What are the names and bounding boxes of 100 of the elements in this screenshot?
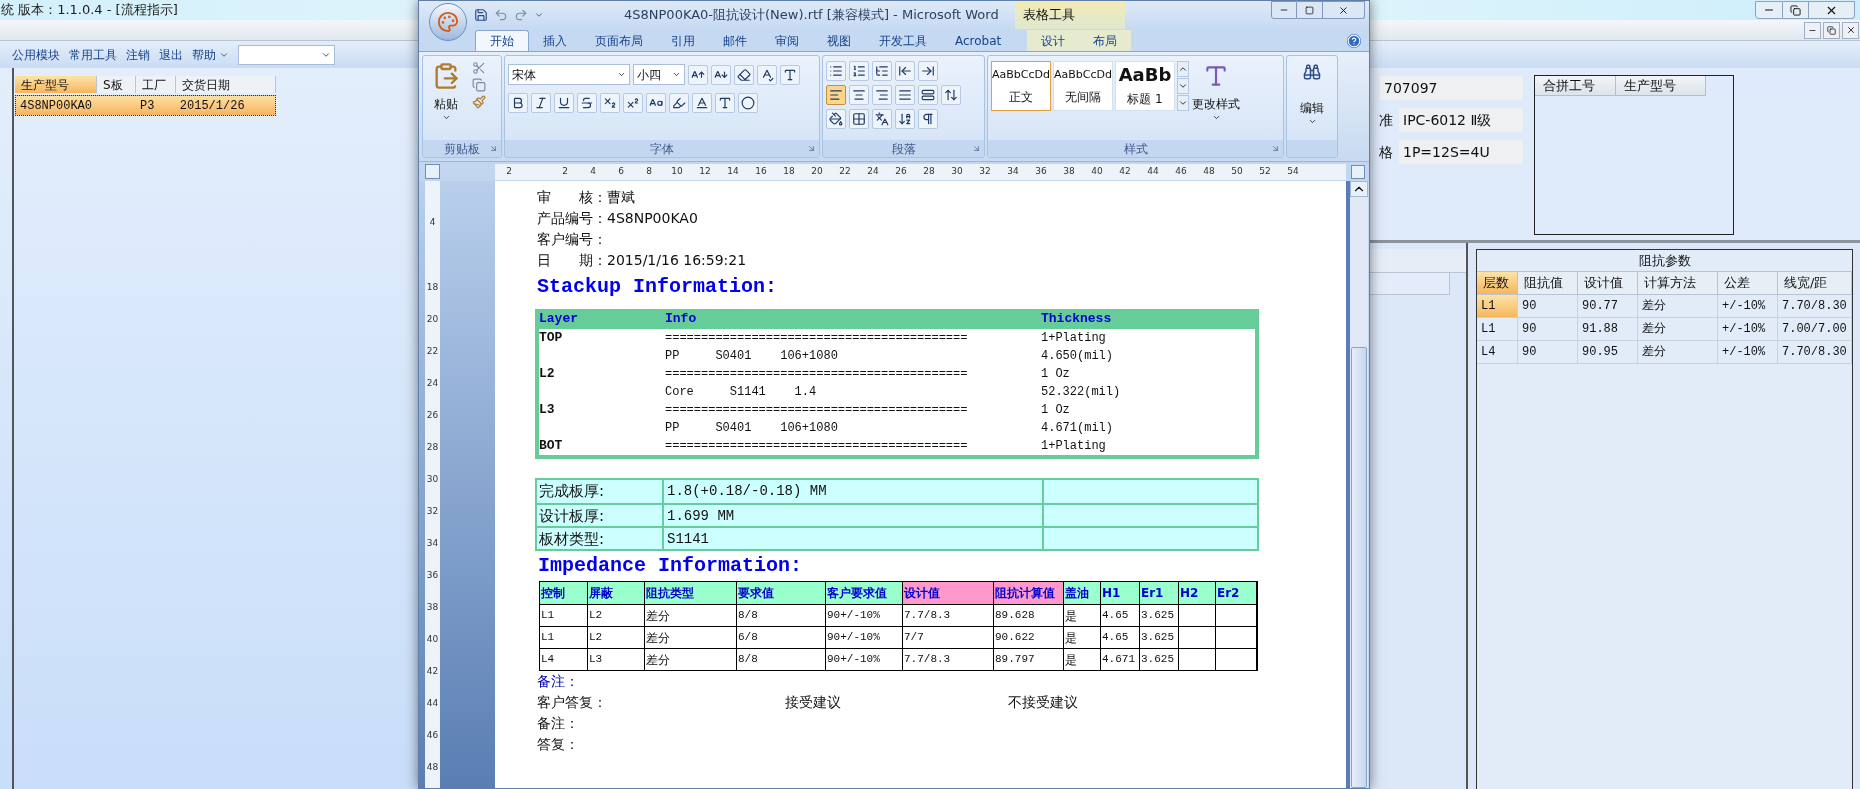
borders-button[interactable] [849,109,869,129]
decrease-indent-button[interactable] [895,61,915,81]
paste-button[interactable]: 粘贴 [426,59,466,140]
table-cell-text: 1+Plating [1041,438,1106,455]
table-cell[interactable]: L1 [1477,318,1518,340]
dialog-launcher-icon[interactable] [1271,144,1280,153]
menu-item[interactable]: 注销 [126,45,150,64]
tab-stop-selector[interactable] [425,164,440,179]
text-field[interactable]: 1P=12S=4U [1399,140,1523,164]
restore-button[interactable] [1783,1,1809,19]
enclose-character-button[interactable] [738,93,758,113]
undo-icon[interactable] [494,8,508,22]
align-justify-button[interactable] [895,85,915,105]
customize-icon[interactable] [534,10,544,20]
table-cell[interactable]: L4 [1477,341,1518,363]
close-icon [1338,4,1349,16]
ruler-number: 54 [1286,164,1300,178]
font-name-field[interactable]: 宋体 [508,64,630,85]
chinese-layout-button[interactable] [872,109,892,129]
highlight-button[interactable] [669,93,689,113]
table-cell[interactable]: L1 [1477,295,1518,317]
scroll-up-icon[interactable] [1350,181,1368,197]
child-close-button[interactable] [1842,21,1859,39]
clear-format-button[interactable] [734,64,754,85]
style-swatch[interactable]: AaBbCcDd 正文 [991,61,1051,111]
ribbon-tab[interactable]: 设计 [1027,30,1080,51]
superscript-button[interactable] [623,93,643,113]
change-case-button[interactable] [646,93,666,113]
multilevel-list-button[interactable] [872,61,892,81]
ribbon-tab[interactable]: 引用 [657,30,709,51]
dialog-launcher-icon[interactable] [489,144,498,153]
grow-font-button[interactable] [688,64,708,85]
phonetic-button[interactable] [757,64,777,85]
format-painter-icon[interactable] [472,95,486,109]
table-cell-text: 3.625 [1141,630,1174,646]
align-distributed-button[interactable] [918,85,938,105]
edit-button[interactable]: 编辑 [1290,59,1334,140]
font-color-button[interactable] [692,93,712,113]
ribbon-tab[interactable]: 插入 [529,30,581,51]
ribbon-tab[interactable]: 开发工具 [865,30,941,51]
dialog-launcher-icon[interactable] [807,144,816,153]
subscript-button[interactable] [600,93,620,113]
align-left-button[interactable] [826,85,846,105]
menu-item[interactable]: 公用模块 [12,45,60,64]
line-spacing-button[interactable] [941,85,961,105]
ribbon-tab[interactable]: 开始 [475,30,529,51]
show-marks-button[interactable] [918,109,938,129]
ribbon-tab[interactable]: 布局 [1079,30,1132,51]
style-swatch[interactable]: AaBbCcDd 无间隔 [1053,61,1113,111]
strikethrough-button[interactable] [577,93,597,113]
scroll-thumb[interactable] [1351,347,1367,788]
child-restore-button[interactable] [1823,21,1840,39]
document-line: 客户答复： [537,693,608,712]
table-cell-text: 90.622 [995,630,1035,646]
save-icon[interactable] [474,8,488,22]
minimize-button[interactable] [1271,1,1297,19]
ribbon-tab[interactable]: Acrobat [941,30,1016,51]
help-icon[interactable] [1347,34,1361,48]
grid-row[interactable]: 4S8NP00KA0 P3 2015/1/26 [15,95,276,116]
redo-icon[interactable] [514,8,528,22]
ruler-number: 26 [426,409,439,423]
restore-button[interactable] [1297,1,1323,19]
menu-item[interactable]: 帮助 [192,45,229,64]
underline-button[interactable] [554,93,574,113]
menu-item[interactable]: 常用工具 [69,45,117,64]
copy-icon[interactable] [472,78,486,92]
sort-button[interactable] [895,109,915,129]
dialog-launcher-icon[interactable] [972,144,981,153]
app-title: 统 版本：1.1.0.4 - [流程指示] [0,1,178,20]
align-right-button[interactable] [872,85,892,105]
ruler-toggle[interactable] [1350,164,1365,179]
ribbon-tab[interactable]: 审阅 [761,30,813,51]
shading-button[interactable] [826,109,846,129]
italic-button[interactable] [531,93,551,113]
table-cell-text: 89.628 [995,608,1035,624]
column-header: 生产型号 [1616,76,1706,96]
cut-icon[interactable] [472,61,486,75]
table-cell-text: 3.625 [1141,608,1174,624]
menu-item[interactable]: 退出 [159,45,183,64]
character-shading-button[interactable] [715,93,735,113]
bold-button[interactable] [508,93,528,113]
minimize-button[interactable] [1755,1,1783,19]
text-field[interactable]: IPC-6012 Ⅱ级 [1399,108,1523,132]
table-cell-text: 差分 [646,651,670,669]
align-center-button[interactable] [849,85,869,105]
shrink-font-button[interactable] [711,64,731,85]
bullets-button[interactable] [826,61,846,81]
text-field[interactable]: 707097 [1380,76,1523,100]
font-size-field[interactable]: 小四 [633,64,685,85]
change-styles-button[interactable]: 更改样式 [1191,61,1241,140]
style-swatch[interactable]: AaBb 标题 1 [1115,61,1175,111]
character-border-button[interactable] [780,64,800,85]
increase-indent-button[interactable] [918,61,938,81]
ruler-number: 4 [589,164,597,178]
ribbon-tab[interactable]: 邮件 [709,30,761,51]
document-line: 客户编号： [536,230,607,249]
table-cell: 90.77 [1578,295,1638,317]
ribbon-tab[interactable]: 页面布局 [581,30,657,51]
numbering-button[interactable] [849,61,869,81]
ribbon-tab[interactable]: 视图 [813,30,865,51]
